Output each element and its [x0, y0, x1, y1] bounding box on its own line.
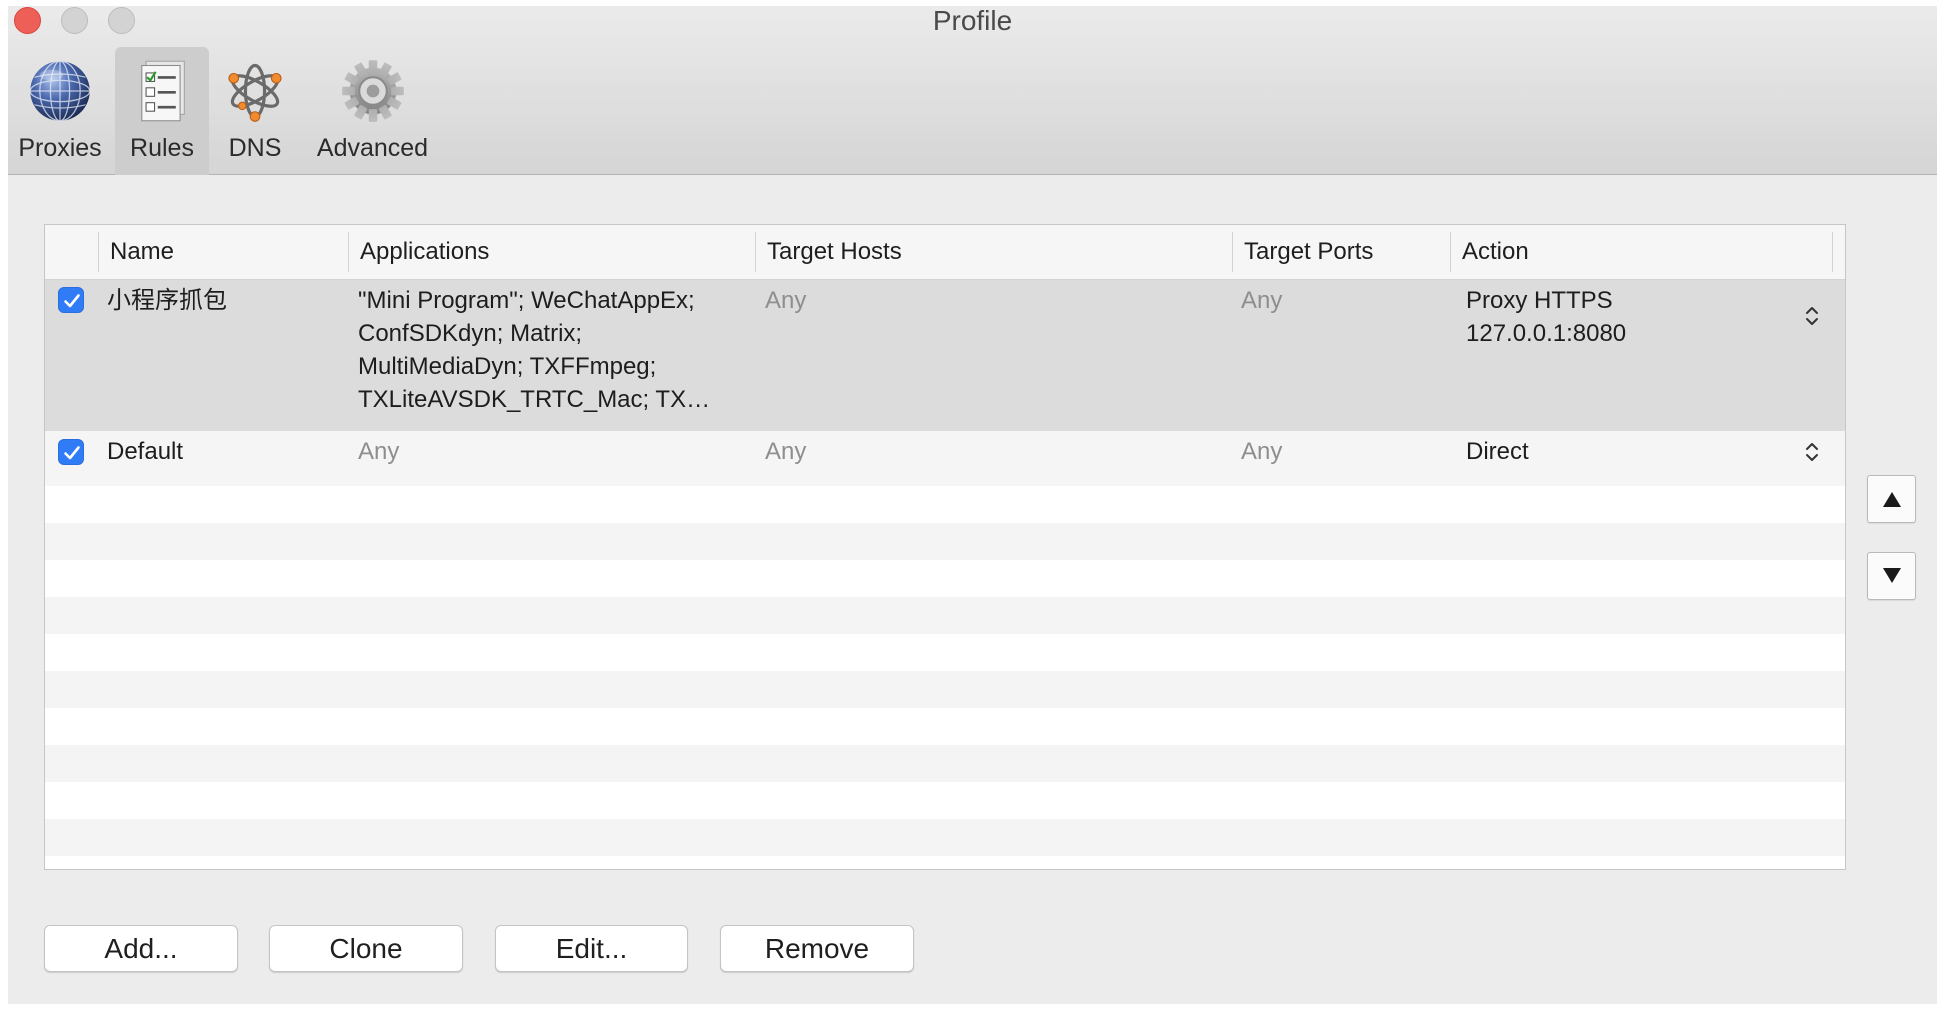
toolbar-tab-label: Advanced: [316, 134, 429, 162]
toolbar-tab-label: Proxies: [18, 134, 102, 162]
minimize-window-button[interactable]: [61, 7, 88, 34]
rule-applications: "Mini Program"; WeChatAppEx; ConfSDKdyn;…: [358, 284, 710, 416]
table-row[interactable]: 小程序抓包 "Mini Program"; WeChatAppEx; ConfS…: [45, 280, 1845, 431]
rules-table: Name Applications Target Hosts Target Po…: [44, 224, 1846, 870]
toolbar-tab-dns[interactable]: DNS: [215, 47, 295, 175]
triangle-up-icon: [1883, 492, 1901, 507]
rule-name: 小程序抓包: [107, 287, 227, 314]
table-row[interactable]: Default Any Any Any Direct: [45, 431, 1845, 486]
window-title: Profile: [932, 6, 1013, 36]
close-window-button[interactable]: [14, 7, 41, 34]
column-header-applications[interactable]: Applications: [348, 225, 755, 279]
rule-enabled-checkbox[interactable]: [58, 287, 84, 313]
column-header-target-hosts[interactable]: Target Hosts: [755, 225, 1232, 279]
toolbar-tab-rules[interactable]: Rules: [115, 47, 209, 175]
toolbar-tab-proxies[interactable]: Proxies: [10, 47, 110, 175]
move-rule-up-button[interactable]: [1867, 475, 1916, 523]
column-header-spacer: [1832, 225, 1845, 279]
rule-name: Default: [107, 438, 184, 465]
rule-enabled-checkbox[interactable]: [58, 439, 84, 465]
column-header-target-ports[interactable]: Target Ports: [1232, 225, 1450, 279]
toolbar-tab-advanced[interactable]: Advanced: [302, 47, 443, 175]
rule-applications-line: "Mini Program"; WeChatAppEx;: [358, 287, 695, 314]
rule-target-ports: Any: [1241, 438, 1283, 465]
rule-action-line: Direct: [1466, 438, 1529, 465]
toolbar-tab-label: DNS: [228, 134, 282, 162]
column-header-action[interactable]: Action: [1450, 225, 1832, 279]
rule-target-hosts: Any: [765, 438, 807, 465]
checkmark-icon: [64, 294, 80, 308]
column-header-enabled: [45, 225, 98, 279]
rule-applications-line: ConfSDKdyn; Matrix;: [358, 320, 583, 347]
gear-icon: [339, 57, 407, 125]
rule-action-line: Proxy HTTPS: [1466, 287, 1613, 314]
action-popup-chevron-icon[interactable]: [1805, 305, 1819, 327]
rule-applications-line: Any: [358, 438, 400, 465]
column-header-name[interactable]: Name: [98, 225, 348, 279]
rules-checklist-icon: [128, 57, 196, 125]
empty-table-rows: [45, 486, 1845, 869]
action-popup-chevron-icon[interactable]: [1805, 441, 1819, 463]
rule-applications: Any: [358, 435, 399, 468]
rule-action-line: 127.0.0.1:8080: [1466, 320, 1627, 347]
table-header: Name Applications Target Hosts Target Po…: [45, 225, 1845, 280]
globe-icon: [26, 57, 94, 125]
rule-action[interactable]: Proxy HTTPS 127.0.0.1:8080: [1466, 284, 1626, 350]
rule-applications-line: TXLiteAVSDK_TRTC_Mac; TX…: [358, 386, 711, 413]
toolbar: Profile Proxies Rules DNS Advanced: [8, 6, 1937, 175]
checkmark-icon: [64, 446, 80, 460]
add-rule-button[interactable]: Add...: [44, 925, 238, 972]
rule-target-ports: Any: [1241, 287, 1283, 314]
triangle-down-icon: [1883, 568, 1901, 583]
rule-action[interactable]: Direct: [1466, 435, 1529, 468]
toolbar-tab-label: Rules: [130, 134, 194, 162]
move-rule-down-button[interactable]: [1867, 552, 1916, 600]
clone-rule-button[interactable]: Clone: [269, 925, 463, 972]
dns-network-icon: [221, 57, 289, 125]
remove-rule-button[interactable]: Remove: [720, 925, 914, 972]
rule-applications-line: MultiMediaDyn; TXFFmpeg;: [358, 353, 657, 380]
edit-rule-button[interactable]: Edit...: [495, 925, 688, 972]
zoom-window-button[interactable]: [108, 7, 135, 34]
profile-window: Profile Proxies Rules DNS Advanced Name …: [8, 6, 1937, 1004]
rule-target-hosts: Any: [765, 287, 807, 314]
